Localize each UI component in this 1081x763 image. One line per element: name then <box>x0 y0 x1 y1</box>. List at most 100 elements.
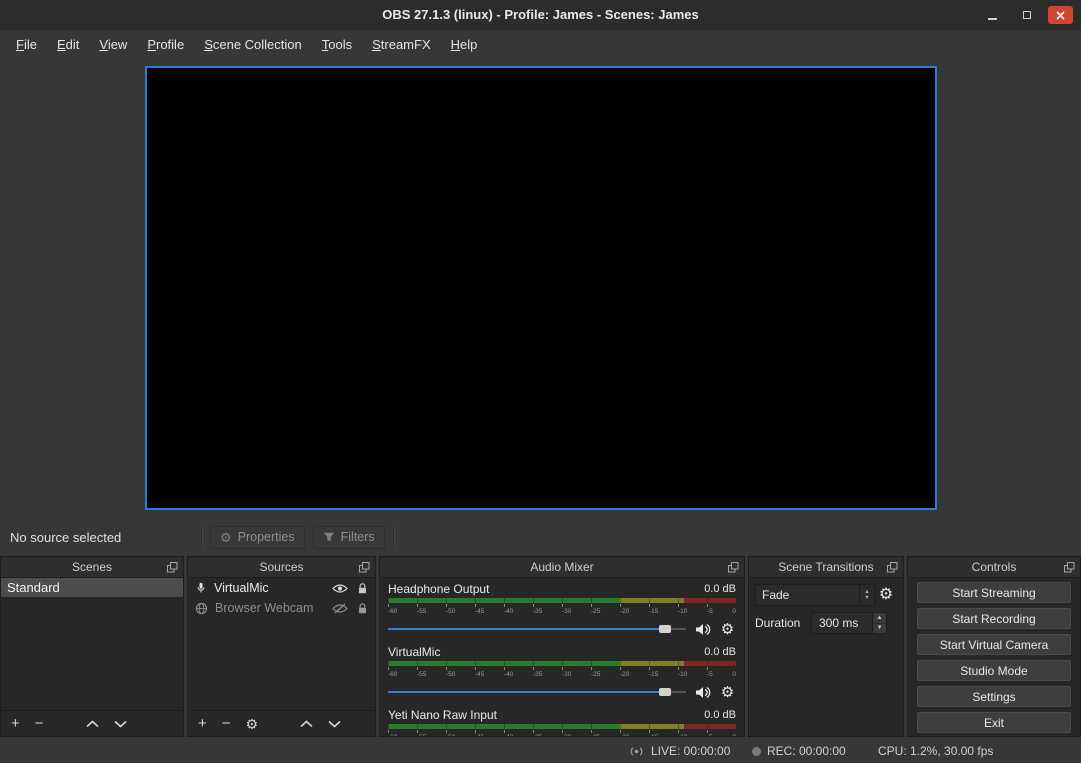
menu-help[interactable]: Help <box>441 33 488 56</box>
scale-label: -25 <box>591 671 600 679</box>
close-icon <box>1056 11 1065 20</box>
scale-label: -10 <box>678 671 687 679</box>
lock-icon[interactable] <box>357 582 368 595</box>
slider-handle[interactable] <box>659 625 671 633</box>
scale-label: -5 <box>707 734 713 736</box>
toolbar-separator <box>393 526 394 548</box>
scale-label: -60 <box>388 608 397 616</box>
lock-icon[interactable] <box>357 602 368 615</box>
menu-edit[interactable]: Edit <box>47 33 89 56</box>
popout-icon[interactable] <box>728 562 739 573</box>
move-source-down-button[interactable] <box>328 720 341 728</box>
filter-icon <box>323 531 335 543</box>
source-toolbar: No source selected ⚙ Properties Filters <box>0 522 1081 552</box>
close-button[interactable] <box>1048 6 1073 24</box>
scale-label: -55 <box>417 734 426 736</box>
studio-mode-button[interactable]: Studio Mode <box>917 660 1071 681</box>
cpu-fps-stats: CPU: 1.2%, 30.00 fps <box>878 744 993 758</box>
scenes-toolbar: + − <box>1 710 183 736</box>
popout-icon[interactable] <box>359 562 370 573</box>
start-streaming-button[interactable]: Start Streaming <box>917 582 1071 603</box>
slider-handle[interactable] <box>659 688 671 696</box>
menu-profile[interactable]: Profile <box>137 33 194 56</box>
db-scale: -60-55-50-45-40-35-30-25-20-15-10-50 <box>388 671 736 679</box>
add-source-button[interactable]: + <box>198 716 207 731</box>
globe-icon <box>195 602 208 615</box>
audio-mixer-header: Audio Mixer <box>380 557 744 578</box>
menu-view[interactable]: View <box>89 33 137 56</box>
transition-gear-icon[interactable]: ⚙ <box>875 587 897 603</box>
minimize-button[interactable] <box>980 6 1005 24</box>
preview-canvas[interactable] <box>145 66 937 510</box>
move-scene-down-button[interactable] <box>114 720 127 728</box>
controls-title: Controls <box>972 560 1017 574</box>
properties-button[interactable]: ⚙ Properties <box>210 526 305 549</box>
source-row-virtualmic[interactable]: VirtualMic <box>188 578 375 598</box>
duration-value: 300 ms <box>812 613 872 633</box>
remove-scene-button[interactable]: − <box>35 716 44 731</box>
scale-label: -45 <box>475 671 484 679</box>
menu-file[interactable]: File <box>6 33 47 56</box>
chevron-up-icon <box>86 720 99 728</box>
scale-label: -35 <box>533 734 542 736</box>
scale-label: -5 <box>707 608 713 616</box>
scale-label: -40 <box>504 734 513 736</box>
mute-button[interactable] <box>694 623 711 636</box>
duration-spinbox[interactable]: 300 ms ▲ ▼ <box>811 612 887 634</box>
start-virtual-camera-button[interactable]: Start Virtual Camera <box>917 634 1071 655</box>
exit-button[interactable]: Exit <box>917 712 1071 733</box>
filters-label: Filters <box>341 530 375 544</box>
menu-tools[interactable]: Tools <box>312 33 362 56</box>
no-source-label: No source selected <box>10 530 121 545</box>
move-source-up-button[interactable] <box>300 720 313 728</box>
mixer-gear-icon[interactable]: ⚙ <box>719 685 736 700</box>
maximize-button[interactable] <box>1014 6 1039 24</box>
scale-label: -30 <box>562 608 571 616</box>
combo-spinner-icon[interactable]: ▲ ▼ <box>859 585 874 605</box>
scale-label: 0 <box>732 671 736 679</box>
mixer-gear-icon[interactable]: ⚙ <box>719 622 736 637</box>
mixer-db-value: 0.0 dB <box>704 709 736 721</box>
mixer-db-value: 0.0 dB <box>704 583 736 595</box>
scene-transitions-panel: Scene Transitions Fade ▲ ▼ ⚙ Duration 30… <box>748 556 904 737</box>
sources-title: Sources <box>259 560 303 574</box>
mixer-db-value: 0.0 dB <box>704 646 736 658</box>
slider-fill <box>388 628 665 630</box>
move-scene-up-button[interactable] <box>86 720 99 728</box>
remove-source-button[interactable]: − <box>222 716 231 731</box>
source-row-browser-webcam[interactable]: Browser Webcam <box>188 598 375 618</box>
gear-icon: ⚙ <box>220 531 232 544</box>
scene-item-standard[interactable]: Standard <box>1 578 183 597</box>
chevron-down-icon <box>114 720 127 728</box>
menu-streamfx[interactable]: StreamFX <box>362 33 441 56</box>
scale-label: -15 <box>649 608 658 616</box>
scene-transitions-header: Scene Transitions <box>749 557 903 578</box>
start-recording-button[interactable]: Start Recording <box>917 608 1071 629</box>
visibility-eye-icon[interactable] <box>332 583 348 594</box>
duration-increment-button[interactable]: ▲ <box>873 613 886 624</box>
mute-button[interactable] <box>694 686 711 699</box>
menu-scene-collection[interactable]: Scene Collection <box>194 33 312 56</box>
transition-selected-value: Fade <box>756 585 859 605</box>
microphone-icon <box>195 581 207 595</box>
sources-panel: Sources VirtualMic B <box>187 556 376 737</box>
transition-select[interactable]: Fade ▲ ▼ <box>755 584 875 606</box>
mixer-name: Yeti Nano Raw Input <box>388 708 497 722</box>
scale-label: -15 <box>649 671 658 679</box>
duration-decrement-button[interactable]: ▼ <box>873 624 886 634</box>
level-meter <box>388 724 736 729</box>
source-properties-gear-icon[interactable]: ⚙ <box>246 717 259 731</box>
settings-button[interactable]: Settings <box>917 686 1071 707</box>
visibility-eye-off-icon[interactable] <box>332 603 348 614</box>
scale-label: -15 <box>649 734 658 736</box>
chevron-down-icon <box>328 720 341 728</box>
add-scene-button[interactable]: + <box>11 716 20 731</box>
filters-button[interactable]: Filters <box>313 526 385 549</box>
scale-label: -40 <box>504 608 513 616</box>
volume-slider[interactable] <box>388 621 686 637</box>
volume-slider[interactable] <box>388 684 686 700</box>
popout-icon[interactable] <box>887 562 898 573</box>
popout-icon[interactable] <box>1064 562 1075 573</box>
scale-label: 0 <box>732 734 736 736</box>
popout-icon[interactable] <box>167 562 178 573</box>
